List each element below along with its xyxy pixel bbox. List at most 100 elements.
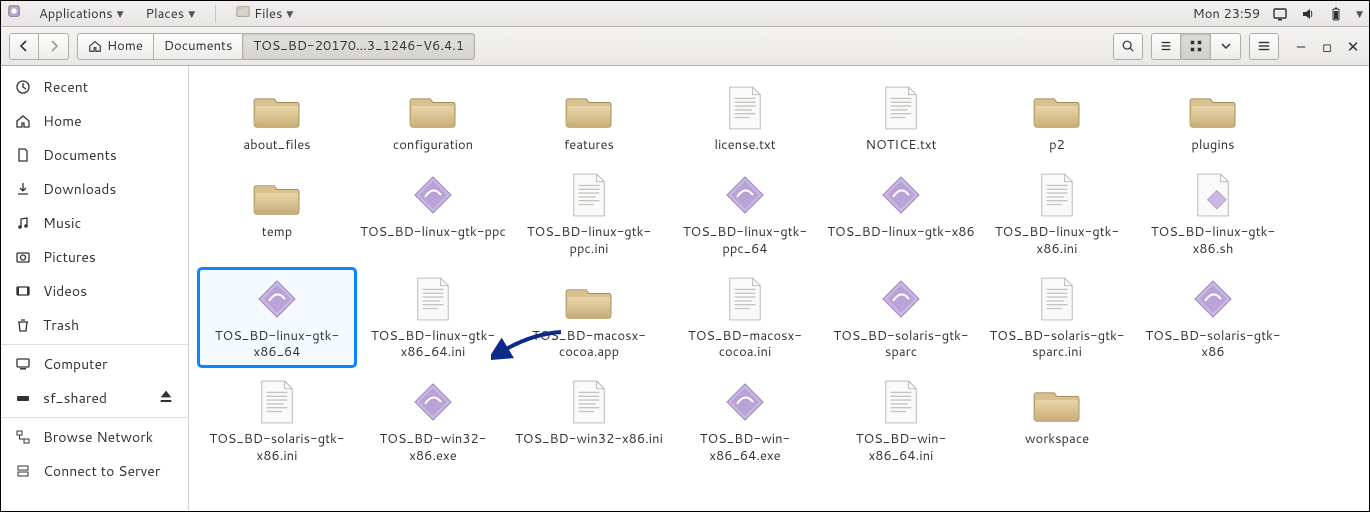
file-item[interactable]: TOS_BD-macosx-cocoa.app [511,269,667,367]
hamburger-button[interactable] [1249,33,1279,60]
sidebar-item-connect-to-server[interactable]: Connect to Server [1,454,188,488]
folder-icon [251,82,303,134]
file-item[interactable]: TOS_BD-win32-x86.ini [511,372,667,470]
close-button[interactable]: ✕ [1345,36,1361,57]
file-item[interactable]: TOS_BD-solaris-gtk-sparc.ini [979,269,1135,367]
sidebar-item-trash[interactable]: Trash [1,308,188,342]
icon-view-button[interactable] [1181,33,1211,60]
file-item[interactable]: p2 [979,78,1135,159]
battery-icon[interactable] [1328,6,1344,22]
chevron-down-icon: ▼ [117,7,124,20]
breadcrumb-documents[interactable]: Documents [154,33,244,60]
minimize-button[interactable]: – [1293,36,1309,57]
file-item[interactable]: about_files [199,78,355,159]
sidebar-item-documents[interactable]: Documents [1,138,188,172]
chevron-down-icon: ▼ [286,7,293,20]
sidebar-item-home[interactable]: Home [1,104,188,138]
file-item[interactable]: TOS_BD-macosx-cocoa.ini [667,269,823,367]
applications-menu[interactable]: Applications ▼ [35,3,128,25]
file-label: TOS_BD-solaris-gtk-sparc.ini [982,328,1132,361]
sidebar-item-pictures[interactable]: Pictures [1,240,188,274]
text-icon [563,376,615,428]
file-item[interactable]: NOTICE.txt [823,78,979,159]
back-button[interactable] [9,33,39,60]
file-item[interactable]: TOS_BD-solaris-gtk-sparc [823,269,979,367]
toolbar: Home Documents TOS_BD-20170…3_1246-V6.4.… [1,27,1369,66]
maximize-button[interactable]: ▫ [1319,36,1335,57]
chevron-down-icon[interactable]: ▼ [1356,7,1363,20]
volume-icon[interactable] [1300,6,1316,22]
file-item[interactable]: TOS_BD-linux-gtk-x86_64.ini [355,269,511,367]
file-item[interactable]: TOS_BD-linux-gtk-ppc [355,165,511,263]
sidebar-item-label: Computer [43,354,107,374]
text-icon [1031,169,1083,221]
file-label: TOS_BD-linux-gtk-ppc.ini [514,224,664,257]
file-item[interactable]: TOS_BD-linux-gtk-x86 [823,165,979,263]
sidebar-item-sf-shared[interactable]: sf_shared [1,381,188,415]
clock-icon [15,79,31,95]
view-buttons [1151,33,1241,60]
downloads-icon [15,181,31,197]
file-item[interactable]: TOS_BD-win32-x86.exe [355,372,511,470]
file-item[interactable]: TOS_BD-linux-gtk-ppc.ini [511,165,667,263]
breadcrumb-home[interactable]: Home [77,33,154,60]
sidebar-item-browse-network[interactable]: Browse Network [1,420,188,454]
list-view-button[interactable] [1151,33,1181,60]
sidebar-item-label: Videos [43,281,87,301]
clock-label[interactable]: Mon 23:59 [1193,5,1260,23]
file-item[interactable]: TOS_BD-linux-gtk-ppc_64 [667,165,823,263]
folder-icon [251,169,303,221]
files-app-icon [236,4,250,23]
server-icon [15,463,31,479]
file-label: TOS_BD-win-x86_64.ini [826,431,976,464]
exec-icon [719,169,771,221]
text-icon [407,273,459,325]
network-icon [15,429,31,445]
sidebar-item-label: Home [43,111,82,131]
file-item[interactable]: TOS_BD-linux-gtk-x86.sh [1135,165,1291,263]
file-item[interactable]: TOS_BD-win-x86_64.exe [667,372,823,470]
app-menu-label: Files [254,5,282,23]
file-label: TOS_BD-linux-gtk-x86 [827,224,975,240]
sidebar-item-label: Music [43,213,81,233]
file-item[interactable]: TOS_BD-linux-gtk-x86_64 [199,269,355,367]
sidebar-item-videos[interactable]: Videos [1,274,188,308]
sidebar-item-recent[interactable]: Recent [1,70,188,104]
screen-icon[interactable] [1272,6,1288,22]
file-item[interactable]: TOS_BD-win-x86_64.ini [823,372,979,470]
sidebar-item-downloads[interactable]: Downloads [1,172,188,206]
videos-icon [15,283,31,299]
file-label: TOS_BD-win-x86_64.exe [670,431,820,464]
folder-icon [1031,376,1083,428]
file-item[interactable]: TOS_BD-linux-gtk-x86.ini [979,165,1135,263]
view-options-button[interactable] [1211,33,1241,60]
folder-icon [563,273,615,325]
text-exec-icon [1187,169,1239,221]
file-pane[interactable]: about_filesconfigurationfeatureslicense.… [189,66,1369,511]
documents-icon [15,147,31,163]
file-item[interactable]: configuration [355,78,511,159]
text-icon [875,376,927,428]
text-icon [1031,273,1083,325]
sidebar-item-computer[interactable]: Computer [1,347,188,381]
file-label: TOS_BD-linux-gtk-x86_64.ini [358,328,508,361]
forward-button[interactable] [39,33,69,60]
file-item[interactable]: TOS_BD-solaris-gtk-x86 [1135,269,1291,367]
sidebar-item-label: Pictures [43,247,96,267]
search-button[interactable] [1113,33,1143,60]
file-label: TOS_BD-macosx-cocoa.app [514,328,664,361]
file-label: TOS_BD-solaris-gtk-x86.ini [202,431,352,464]
file-item[interactable]: workspace [979,372,1135,470]
file-item[interactable]: TOS_BD-solaris-gtk-x86.ini [199,372,355,470]
app-menu[interactable]: Files ▼ [232,2,297,25]
eject-icon[interactable] [158,388,174,409]
sidebar-item-label: Recent [43,77,88,97]
sidebar-item-music[interactable]: Music [1,206,188,240]
file-item[interactable]: plugins [1135,78,1291,159]
file-item[interactable]: license.txt [667,78,823,159]
places-menu[interactable]: Places ▼ [142,3,200,25]
sidebar-item-label: Connect to Server [43,461,160,481]
file-item[interactable]: features [511,78,667,159]
file-item[interactable]: temp [199,165,355,263]
breadcrumb-current[interactable]: TOS_BD-20170…3_1246-V6.4.1 [243,33,475,60]
